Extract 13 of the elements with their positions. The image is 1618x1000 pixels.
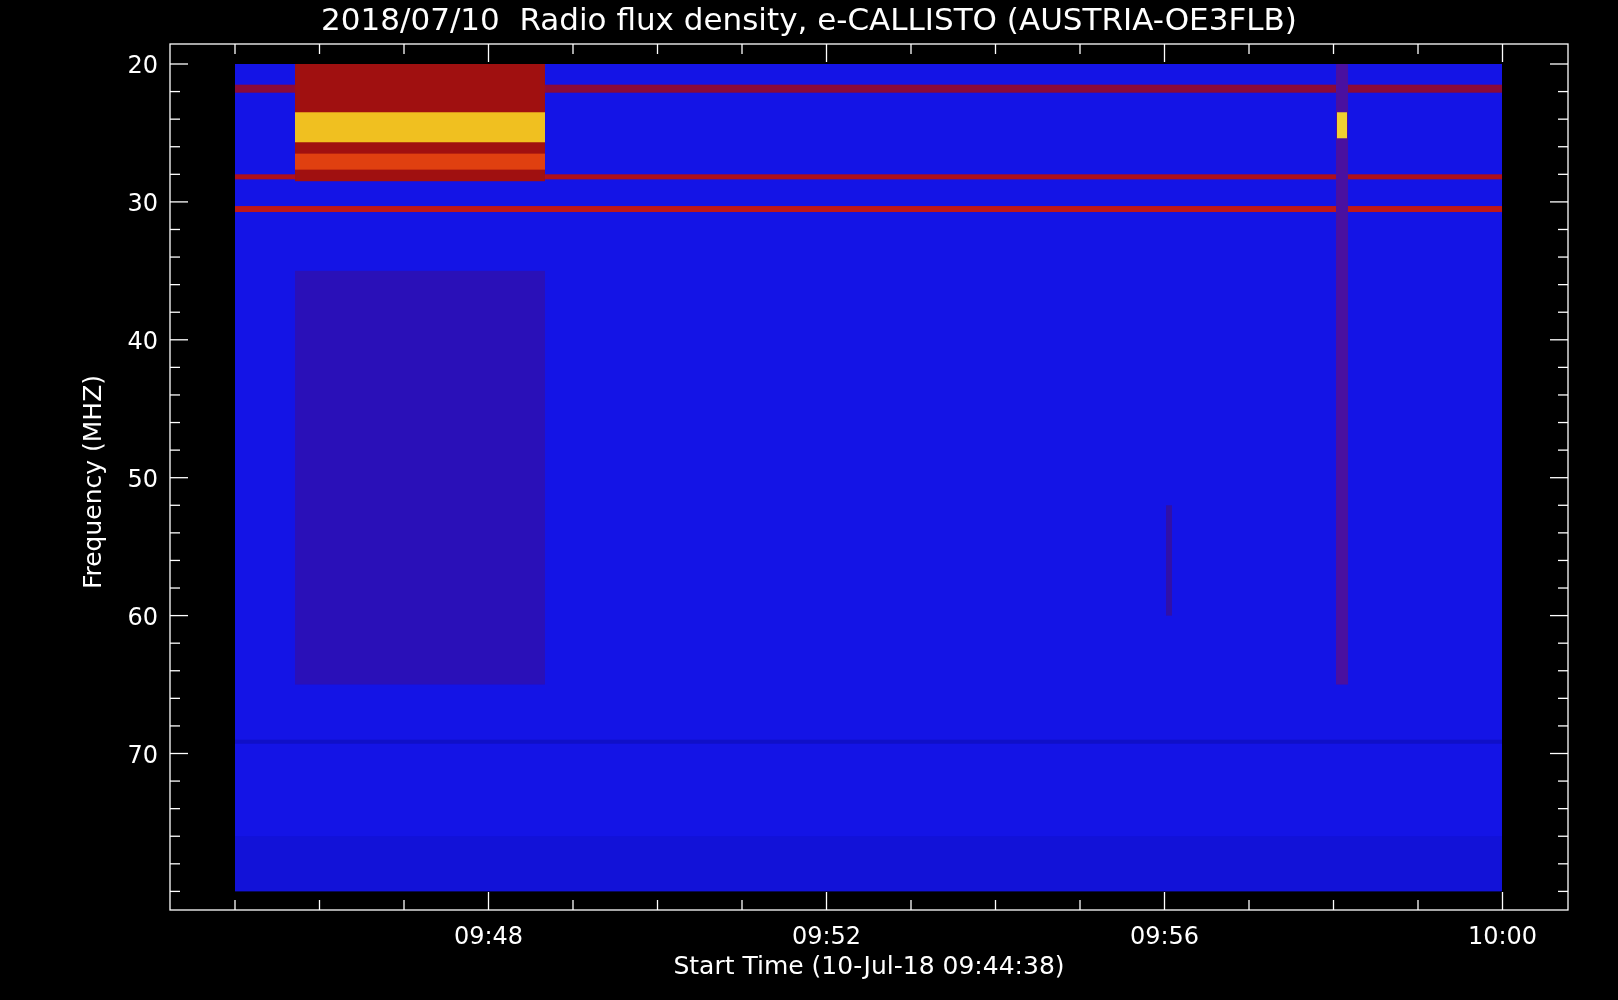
x-tick-label: 10:00 <box>1467 922 1538 950</box>
y-tick-label: 50 <box>127 464 158 493</box>
x-tick-label: 09:48 <box>453 922 524 950</box>
x-axis-label: Start Time (10-Jul-18 09:44:38) <box>673 951 1065 980</box>
y-tick-label: 70 <box>127 740 158 769</box>
x-tick-label: 09:56 <box>1129 922 1200 950</box>
y-tick-label: 60 <box>127 602 158 631</box>
x-tick-label: 09:52 <box>791 922 862 950</box>
y-tick-label: 30 <box>127 188 158 217</box>
y-tick-label: 20 <box>127 51 158 79</box>
plot-title: 2018/07/10 Radio flux density, e-CALLISTO (AUSTRIA-OE3FLB) <box>321 1 1297 37</box>
y-axis-label: Frequency (MHZ) <box>78 374 107 590</box>
y-tick-label: 40 <box>127 326 158 355</box>
